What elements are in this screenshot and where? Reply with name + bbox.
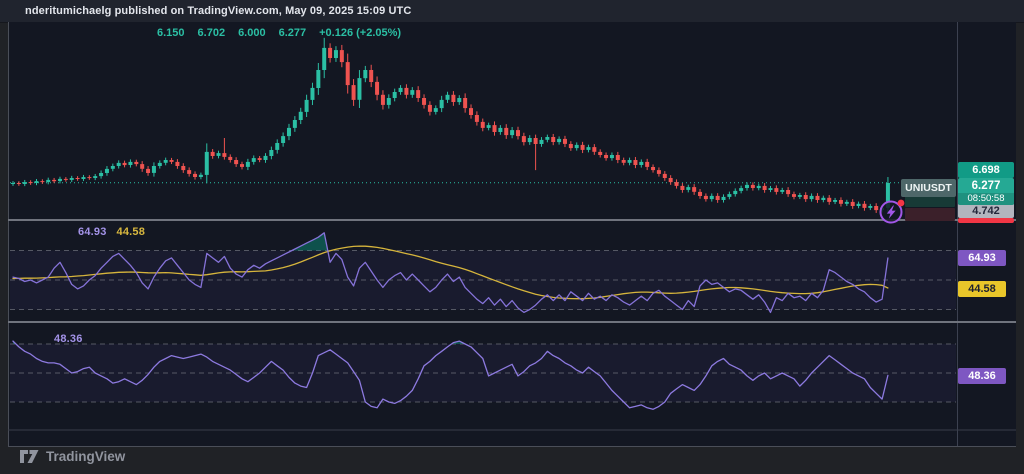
price-label-low: 4.742: [958, 203, 1014, 218]
attribution-bar: nderitumichaelg published on TradingView…: [0, 0, 1024, 23]
bar-countdown: 08:50:58: [958, 193, 1014, 205]
legend-high: 6.702: [198, 27, 226, 39]
rsi-ma-axis-label: 44.58: [958, 281, 1006, 297]
faded-label-maroon: [905, 208, 955, 221]
brand-name: TradingView: [46, 449, 125, 464]
osc-value: 48.36: [54, 333, 83, 345]
rsi-legend: 64.93 44.58: [78, 226, 145, 238]
price-label-high: 6.698: [958, 162, 1014, 178]
legend-close: 6.277: [279, 27, 307, 39]
boost-button[interactable]: [877, 197, 907, 227]
last-price-value: 6.277: [958, 178, 1014, 193]
last-price-label: 6.277 08:50:58: [958, 178, 1014, 205]
notification-dot: [898, 200, 905, 207]
osc-axis-label: 48.36: [958, 368, 1006, 384]
tradingview-screenshot: nderitumichaelg published on TradingView…: [0, 0, 1024, 474]
osc-legend: 48.36: [54, 329, 83, 347]
attribution-text: nderitumichaelg published on TradingView…: [25, 5, 411, 17]
footer-logo[interactable]: TradingView: [20, 449, 125, 464]
last-price-group: UNIUSDT 6.277 08:50:58: [901, 178, 1014, 205]
rsi-value: 64.93: [78, 226, 107, 238]
rsi-ma-value: 44.58: [117, 226, 146, 238]
ohlc-legend: 6.150 6.702 6.000 6.277 +0.126 (+2.05%): [157, 27, 401, 39]
legend-change: +0.126 (+2.05%): [319, 27, 401, 39]
chart-canvas[interactable]: [8, 22, 1016, 446]
legend-open: 6.150: [157, 27, 185, 39]
symbol-badge: UNIUSDT: [901, 179, 956, 197]
tradingview-logo-icon: [20, 450, 39, 464]
rsi-axis-label: 64.93: [958, 250, 1006, 266]
lightning-icon: [877, 197, 907, 227]
legend-low: 6.000: [238, 27, 266, 39]
price-label-clipped: [958, 218, 1014, 223]
